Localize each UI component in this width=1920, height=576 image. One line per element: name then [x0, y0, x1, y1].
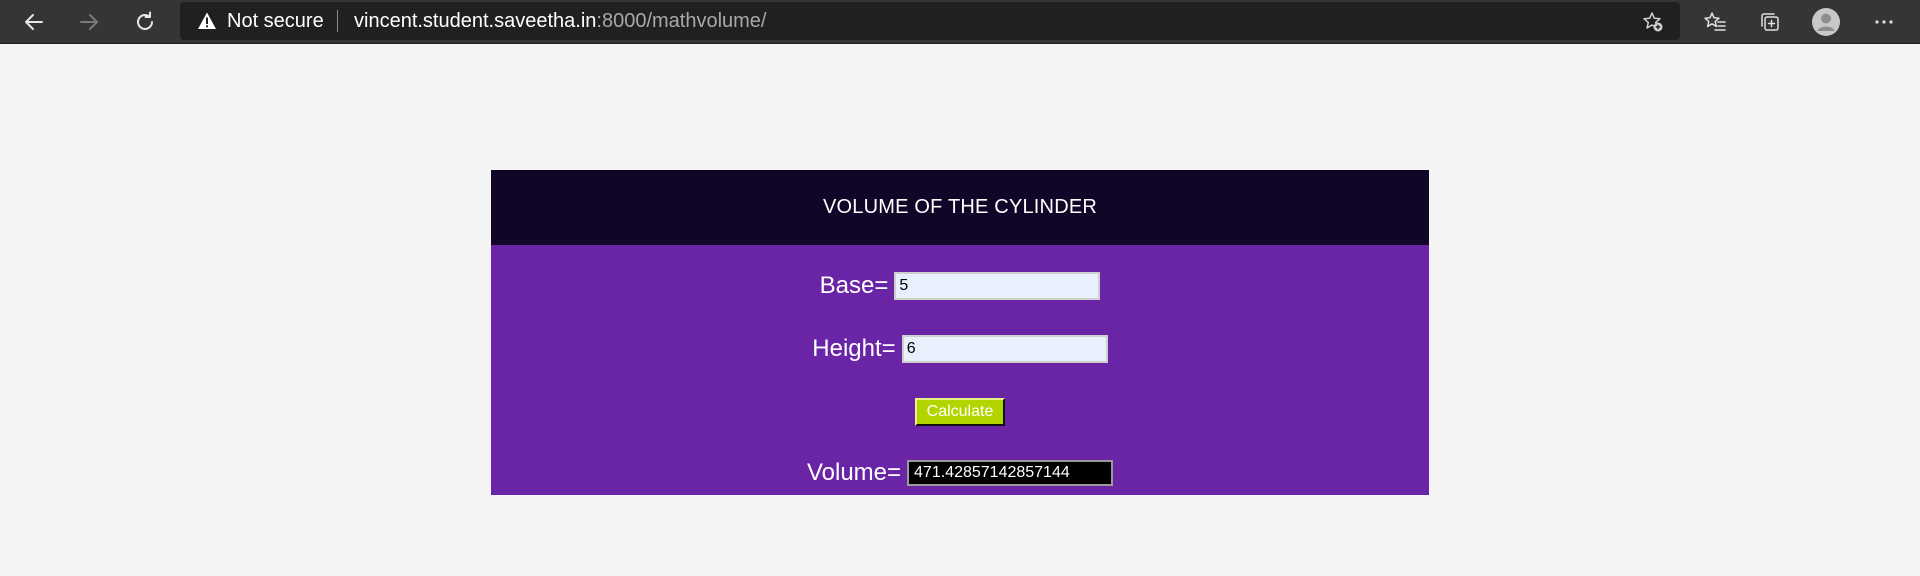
more-menu-button[interactable]	[1866, 4, 1902, 40]
collections-icon	[1761, 13, 1779, 31]
browser-toolbar: Not secure vincent.student.saveetha.in:8…	[0, 0, 1920, 44]
calculate-row: Calculate	[491, 398, 1429, 426]
base-input[interactable]	[894, 272, 1101, 300]
favorites-button[interactable]	[1697, 4, 1733, 40]
volume-label: Volume=	[806, 459, 902, 486]
page-title: VOLUME OF THE CYLINDER	[491, 170, 1429, 245]
security-status-label[interactable]: Not secure	[227, 11, 324, 31]
refresh-button[interactable]	[127, 4, 163, 40]
calculator-form: Base= Height= Calculate Volume=	[491, 245, 1429, 495]
url-text[interactable]: vincent.student.saveetha.in:8000/mathvol…	[354, 11, 767, 31]
calculate-button[interactable]: Calculate	[915, 398, 1005, 426]
back-arrow-icon	[25, 14, 43, 30]
forward-button[interactable]	[71, 4, 107, 40]
volume-row: Volume=	[491, 459, 1429, 487]
refresh-icon	[137, 11, 153, 30]
address-bar[interactable]: Not secure vincent.student.saveetha.in:8…	[180, 2, 1680, 40]
base-label: Base=	[819, 272, 889, 299]
address-divider	[337, 10, 338, 32]
volume-output[interactable]	[907, 460, 1114, 486]
profile-icon	[1812, 8, 1840, 36]
height-label: Height=	[812, 335, 896, 362]
more-menu-icon	[1875, 20, 1893, 24]
forward-arrow-icon	[80, 14, 98, 30]
add-favorite-icon[interactable]	[1642, 11, 1664, 33]
height-input[interactable]	[901, 335, 1108, 363]
url-path: :8000/mathvolume/	[596, 10, 767, 32]
back-button[interactable]	[16, 4, 52, 40]
base-row: Base=	[491, 272, 1429, 300]
favorites-icon	[1704, 12, 1726, 31]
height-row: Height=	[491, 335, 1429, 363]
profile-button[interactable]	[1808, 4, 1844, 40]
collections-button[interactable]	[1752, 4, 1788, 40]
url-host: vincent.student.saveetha.in	[354, 10, 597, 32]
warning-icon[interactable]	[197, 11, 217, 31]
